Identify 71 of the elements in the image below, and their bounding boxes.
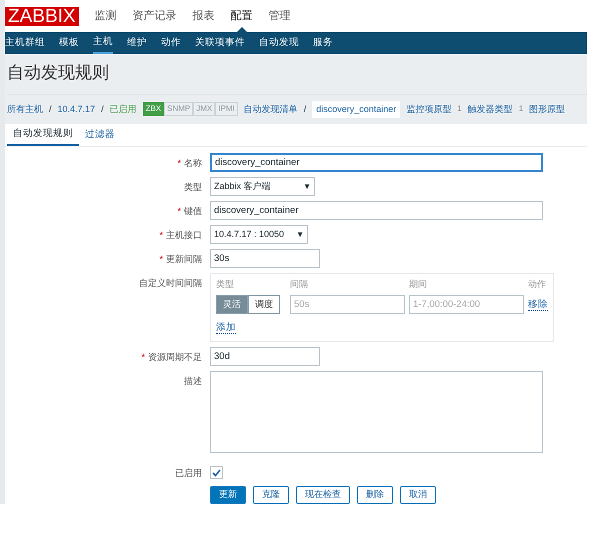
column-header: 期间 <box>409 278 428 292</box>
breadcrumb-separator: / <box>101 102 104 116</box>
breadcrumb-link[interactable]: 自动发现清单 <box>244 102 298 116</box>
field-label: 资源周期不足 <box>148 352 202 362</box>
breadcrumb-separator: / <box>304 102 306 116</box>
count-label: 1 <box>518 103 524 116</box>
column-header: 动作 <box>528 278 547 292</box>
required-mark: * <box>159 254 163 264</box>
select-field[interactable]: Zabbix 客户端 ▼ <box>210 177 315 196</box>
caret-icon: ▼ <box>296 228 304 241</box>
input-field[interactable]: 50s <box>290 294 405 314</box>
select-field[interactable]: 10.4.7.17 : 10050 ▼ <box>210 225 308 244</box>
field-label: 已启用 <box>175 468 202 478</box>
action-button[interactable]: 更新 <box>210 486 246 504</box>
field-label: 主机接口 <box>166 230 202 240</box>
required-mark: * <box>159 230 163 240</box>
column-header: 间隔 <box>290 278 309 292</box>
page-title: 自动发现规则 <box>7 62 110 84</box>
menu-item[interactable]: 监测 <box>94 0 117 32</box>
checkbox[interactable] <box>210 466 223 479</box>
tab[interactable]: 自动发现规则 <box>7 125 79 146</box>
description-field[interactable] <box>210 371 543 453</box>
interface-tag: ZBX <box>142 102 164 116</box>
related-link[interactable]: 监控项原型 <box>406 102 452 116</box>
submenu-item[interactable]: 服务 <box>313 32 333 54</box>
add-link[interactable]: 添加 <box>216 322 236 334</box>
status-label: 已启用 <box>110 102 137 116</box>
submenu-item[interactable]: 关联项事件 <box>195 32 245 54</box>
field-label: 键值 <box>184 206 202 216</box>
submenu-item[interactable]: 维护 <box>127 32 147 54</box>
segment-button[interactable]: 调度 <box>248 294 280 314</box>
interface-tag: JMX <box>193 102 216 116</box>
column-header: 类型 <box>216 278 235 292</box>
input-field[interactable]: discovery_container <box>210 201 543 220</box>
menu-item[interactable]: 资产记录 <box>132 0 177 32</box>
caret-icon: ▼ <box>303 180 311 193</box>
required-mark: * <box>177 206 181 216</box>
related-link[interactable]: 图形原型 <box>529 102 566 116</box>
field-label: 描述 <box>184 376 202 386</box>
related-link[interactable]: 触发器类型 <box>468 102 513 116</box>
action-button[interactable]: 克隆 <box>253 486 289 504</box>
required-mark: * <box>141 352 145 362</box>
submenu-item[interactable]: 自动发现 <box>259 32 299 54</box>
required-mark: * <box>177 158 181 168</box>
tab[interactable]: 过滤器 <box>79 125 121 146</box>
field-label: 名称 <box>184 158 202 168</box>
action-button[interactable]: 现在检查 <box>296 486 350 504</box>
action-button[interactable]: 删除 <box>357 486 393 504</box>
submenu-item[interactable]: 模板 <box>59 32 79 54</box>
submenu-item[interactable]: 主机群组 <box>5 32 45 54</box>
input-field[interactable]: 30d <box>210 347 320 366</box>
logo: ZABBIX <box>5 6 79 26</box>
remove-link[interactable]: 移除 <box>528 296 548 312</box>
menu-item[interactable]: 报表 <box>192 0 215 32</box>
input-field[interactable]: 1-7,00:00-24:00 <box>409 294 524 314</box>
input-field[interactable]: discovery_container <box>210 153 543 172</box>
count-label: 1 <box>457 103 462 116</box>
action-button[interactable]: 取消 <box>400 486 436 504</box>
field-label: 自定义时间间隔 <box>139 278 202 288</box>
breadcrumb-link[interactable]: 10.4.7.17 <box>58 102 96 116</box>
breadcrumb-link[interactable]: 所有主机 <box>7 102 43 116</box>
menu-item[interactable]: 管理 <box>268 0 291 32</box>
input-field[interactable]: 30s <box>210 249 320 268</box>
interface-tag: SNMP <box>164 102 194 116</box>
field-label: 类型 <box>184 182 202 192</box>
submenu-item[interactable]: 动作 <box>161 32 181 54</box>
breadcrumb-separator: / <box>49 102 52 116</box>
menu-item[interactable]: 配置 <box>230 0 253 32</box>
field-label: 更新间隔 <box>166 254 202 264</box>
current-rule-link[interactable]: discovery_container <box>312 100 400 118</box>
interface-tag: IPMI <box>215 102 238 116</box>
